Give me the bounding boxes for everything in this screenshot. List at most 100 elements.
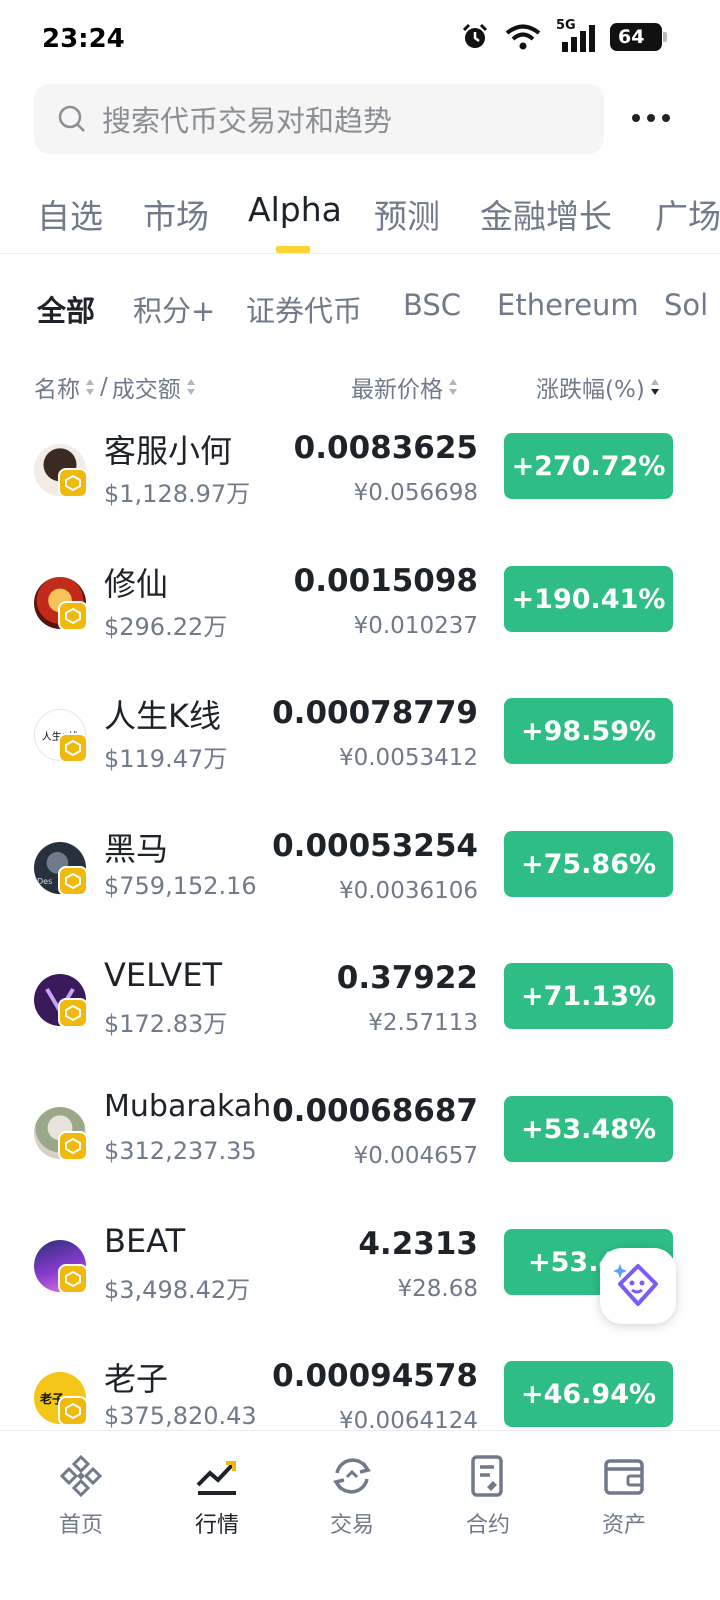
chart-trend-icon [196,1461,236,1495]
table-row[interactable]: 客服小何 $1,128.97万 0.0083625 ¥0.056698 +270… [0,424,720,556]
coin-name: 人生K线 [104,697,221,735]
coin-name: Mubarakah [104,1089,272,1124]
sub-tabs: 全部 积分+ 证券代币 BSC Ethereum Sol [0,284,720,330]
coin-volume: $172.83万 [104,1010,228,1038]
search-placeholder: 搜索代币交易对和趋势 [102,104,393,138]
subtab-sol[interactable]: Sol [664,288,708,322]
column-change-label: 涨跌幅(%) [536,377,645,403]
signal-icon: 5G [556,18,596,52]
column-name-label: 名称 [34,377,80,403]
change-badge[interactable]: +75.86% [504,831,673,897]
coin-volume: $296.22万 [104,613,228,641]
subtab-ethereum[interactable]: Ethereum [497,288,639,322]
bnb-chain-badge-icon [58,866,88,896]
ai-assistant-button[interactable] [600,1248,676,1324]
nav-futures[interactable]: 合约 [428,1453,548,1539]
nav-label: 首页 [58,1513,103,1538]
coin-fiat-price: ¥0.0053412 [338,745,478,771]
change-badge[interactable]: +270.72% [504,433,673,499]
coin-fiat-price: ¥2.57113 [368,1010,478,1036]
coin-fiat-price: ¥0.004657 [353,1143,478,1169]
bnb-chain-badge-icon [58,601,88,631]
bnb-chain-badge-icon [58,998,88,1028]
active-tab-indicator [276,246,310,253]
bnb-chain-badge-icon [58,1131,88,1161]
status-time: 23:24 [42,24,125,54]
tab-prediction[interactable]: 预测 [374,190,440,238]
table-row[interactable]: 人生K线 人生K线 $119.47万 0.00078779 ¥0.0053412… [0,689,720,821]
subtab-points[interactable]: 积分+ [133,288,215,330]
nav-label: 行情 [194,1513,239,1538]
bnb-chain-badge-icon [58,733,88,763]
subtab-all[interactable]: 全部 [37,288,95,330]
column-price-label: 最新价格 [351,377,443,403]
coin-price: 0.0083625 [293,430,478,466]
coin-name: 修仙 [104,565,169,603]
trade-exchange-icon [333,1458,371,1494]
coin-name: 客服小何 [104,432,233,470]
tab-finance-growth[interactable]: 金融增长 [480,190,612,238]
bnb-chain-badge-icon [58,468,88,498]
tab-watchlist[interactable]: 自选 [37,190,103,238]
coin-price: 0.00053254 [272,828,478,864]
column-header-change[interactable]: 涨跌幅(%) [536,370,661,404]
nav-label: 合约 [465,1513,510,1538]
change-badge[interactable]: +190.41% [504,566,673,632]
coin-price: 0.00094578 [272,1358,478,1394]
coin-name: BEAT [104,1222,186,1260]
coin-fiat-price: ¥0.010237 [353,613,478,639]
nav-assets[interactable]: 资产 [564,1453,684,1539]
nav-label: 交易 [329,1513,374,1538]
column-volume-label: 成交额 [111,377,181,403]
change-badge[interactable]: +46.94% [504,1361,673,1427]
coin-price: 0.0015098 [293,563,478,599]
alarm-icon [462,23,488,48]
coin-volume: $312,237.35 [104,1137,257,1165]
ai-assistant-icon [613,1264,658,1306]
table-row[interactable]: Des 黑马 $759,152.16 0.00053254 ¥0.0036106… [0,822,720,954]
coin-volume: $1,128.97万 [104,480,251,508]
nav-trade[interactable]: 交易 [292,1453,412,1539]
tab-market[interactable]: 市场 [143,190,209,238]
nav-label: 资产 [601,1513,646,1538]
sort-arrows-icon [449,379,457,395]
column-header-price[interactable]: 最新价格 [351,370,459,404]
coin-name: 黑马 [104,830,169,868]
coin-price: 4.2313 [358,1226,478,1262]
coin-fiat-price: ¥28.68 [397,1276,478,1302]
change-badge[interactable]: +71.13% [504,963,673,1029]
more-dots-icon [632,114,670,122]
table-row[interactable]: 修仙 $296.22万 0.0015098 ¥0.010237 +190.41% [0,557,720,689]
table-row[interactable]: VELVET $172.83万 0.37922 ¥2.57113 +71.13% [0,954,720,1086]
tab-alpha[interactable]: Alpha [248,190,342,229]
battery-indicator: 64 [610,23,667,51]
bottom-navigation: 首页 行情 交易 合约 资产 [0,1430,720,1600]
coin-volume: $119.47万 [104,745,228,773]
bnb-chain-badge-icon [58,1264,88,1294]
change-badge[interactable]: +98.59% [504,698,673,764]
status-icons: 5G 64 [460,18,667,52]
sort-arrows-icon [86,379,94,395]
coin-fiat-price: ¥0.056698 [353,480,478,506]
more-options-button[interactable] [628,100,674,136]
change-badge[interactable]: +53.48% [504,1096,673,1162]
subtab-bsc[interactable]: BSC [403,288,461,322]
table-row[interactable]: Mubarakah $312,237.35 0.00068687 ¥0.0046… [0,1087,720,1219]
nav-home[interactable]: 首页 [21,1453,141,1539]
main-tabs: 自选 市场 Alpha 预测 金融增长 广场 [0,178,720,254]
sort-arrows-icon [186,379,195,395]
subtab-securities-tokens[interactable]: 证券代币 [246,288,362,330]
column-separator: / [100,374,108,400]
search-icon [58,105,85,132]
search-input[interactable]: 搜索代币交易对和趋势 [34,84,604,154]
wallet-icon [604,1459,644,1495]
bnb-chain-badge-icon [58,1396,88,1426]
avatar-text: Des [37,877,53,886]
coin-fiat-price: ¥0.0036106 [338,878,478,904]
tab-square[interactable]: 广场 [655,190,720,238]
column-header-name-volume[interactable]: 名称 / 成交额 [34,370,197,404]
wifi-icon [505,24,541,50]
status-bar: 23:24 5G 64 [0,0,720,80]
nav-markets[interactable]: 行情 [157,1453,277,1539]
coin-volume: $759,152.16 [104,872,257,900]
